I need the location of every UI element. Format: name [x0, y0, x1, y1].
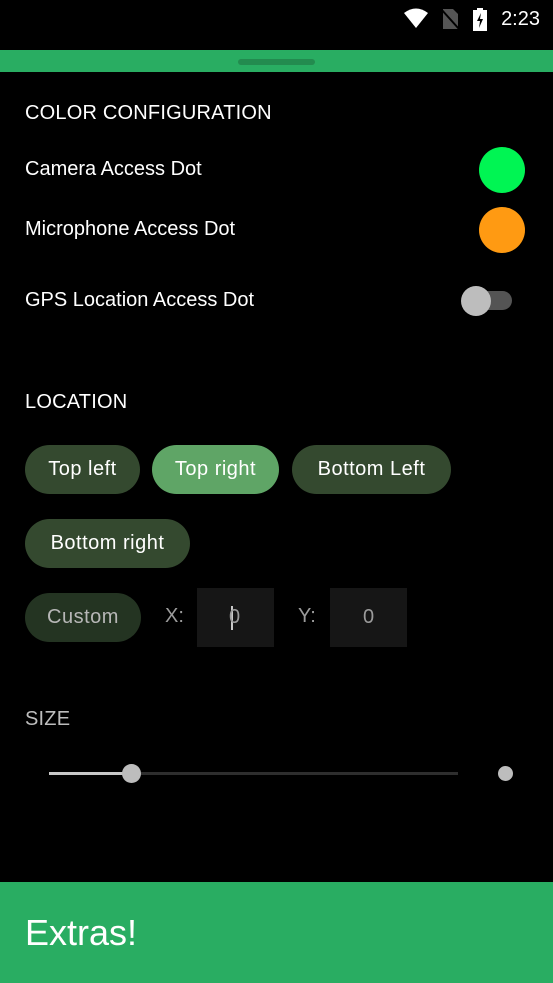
location-bottom-left-chip[interactable]: Bottom Left — [292, 445, 451, 494]
camera-dot-color-swatch[interactable] — [479, 147, 525, 193]
camera-dot-label: Camera Access Dot — [25, 158, 202, 180]
no-sim-icon — [440, 8, 460, 35]
location-top-left-chip[interactable]: Top left — [25, 445, 140, 494]
x-label: X: — [165, 605, 184, 627]
slider-fill — [49, 772, 131, 775]
gps-dot-toggle[interactable] — [461, 286, 513, 316]
microphone-dot-color-swatch[interactable] — [479, 207, 525, 253]
microphone-dot-label: Microphone Access Dot — [25, 218, 236, 240]
clock: 2:23 — [501, 8, 540, 30]
location-title: LOCATION — [25, 391, 128, 413]
y-coordinate-input[interactable]: 0 — [330, 588, 407, 647]
status-bar: 2:23 — [0, 0, 553, 50]
location-custom-chip[interactable]: Custom — [25, 593, 141, 642]
y-label: Y: — [298, 605, 316, 627]
slider-thumb[interactable] — [121, 764, 141, 783]
size-title: SIZE — [25, 708, 71, 730]
wifi-icon — [403, 8, 429, 35]
color-configuration-title: COLOR CONFIGURATION — [25, 102, 272, 124]
location-top-right-chip[interactable]: Top right — [152, 445, 279, 494]
x-value: 0 — [228, 606, 241, 628]
extras-panel[interactable]: Extras! — [0, 882, 553, 983]
extras-label: Extras! — [25, 912, 138, 953]
y-value: 0 — [362, 606, 375, 628]
battery-charging-icon — [472, 8, 488, 37]
location-bottom-right-chip[interactable]: Bottom right — [25, 519, 190, 568]
drag-handle[interactable] — [238, 59, 315, 65]
gps-dot-label: GPS Location Access Dot — [25, 289, 255, 311]
size-preview-dot — [498, 766, 513, 781]
x-coordinate-input[interactable]: 0 — [197, 588, 274, 647]
size-slider[interactable] — [49, 762, 458, 784]
toggle-thumb — [461, 286, 491, 316]
sheet-header[interactable] — [0, 50, 553, 72]
